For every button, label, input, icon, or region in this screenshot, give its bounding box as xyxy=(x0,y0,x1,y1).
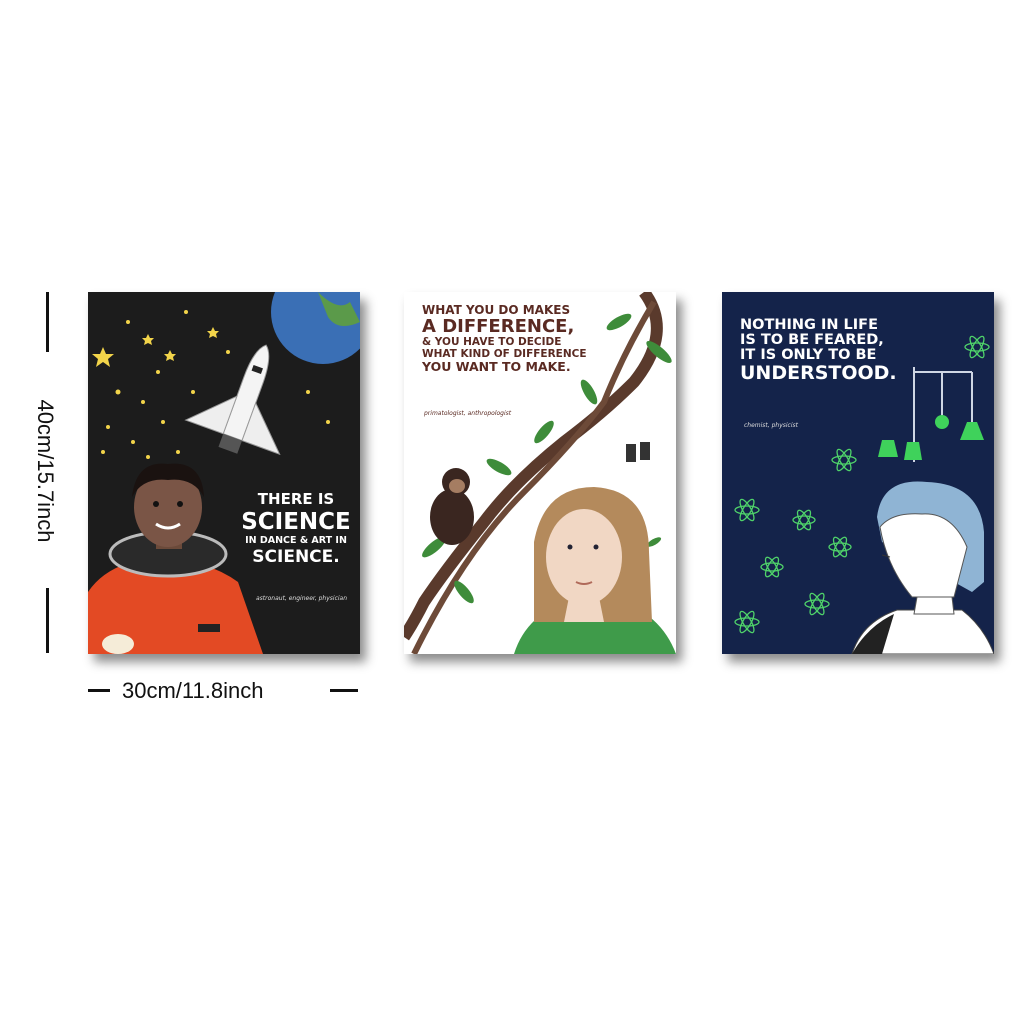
poster-primatologist-caption: primatologist, anthropologist xyxy=(424,410,512,417)
quote-line: NOTHING IN LIFE xyxy=(740,317,878,333)
width-dimension-label: 30cm/11.8inch xyxy=(122,678,264,703)
binoculars-illustration xyxy=(626,442,650,462)
quote-line: UNDERSTOOD. xyxy=(740,361,897,384)
poster-primatologist-quote: WHAT YOU DO MAKES A DIFFERENCE, & YOU HA… xyxy=(422,304,622,373)
quote-line: WHAT YOU DO MAKES xyxy=(422,303,571,317)
poster-chemist-caption: chemist, physicist xyxy=(744,422,798,429)
poster-chemist: NOTHING IN LIFE IS TO BE FEARED, IT IS O… xyxy=(722,292,994,654)
poster-primatologist: WHAT YOU DO MAKES A DIFFERENCE, & YOU HA… xyxy=(404,292,676,654)
woman-face xyxy=(546,509,622,605)
quote-line: THERE IS xyxy=(257,490,335,508)
quote-line: WHAT KIND OF DIFFERENCE xyxy=(422,347,587,360)
quote-line: & YOU HAVE TO DECIDE xyxy=(422,336,562,349)
quote-line: SCIENCE xyxy=(241,508,351,535)
quote-line: IS TO BE FEARED, xyxy=(740,332,884,349)
quote-line: YOU WANT TO MAKE. xyxy=(422,358,571,374)
lab-glassware-illustration xyxy=(913,367,973,462)
quote-line: A DIFFERENCE, xyxy=(422,315,575,337)
height-dimension-top-tick xyxy=(46,292,49,352)
height-dimension-bottom-tick xyxy=(46,588,49,653)
quote-line: SCIENCE. xyxy=(252,546,340,567)
width-dimension-right-tick xyxy=(330,689,358,692)
chimpanzee-illustration xyxy=(430,468,474,545)
poster-astronaut-quote: THERE IS SCIENCE IN DANCE & ART IN SCIEN… xyxy=(238,490,354,567)
earth-illustration xyxy=(271,292,360,364)
poster-chemist-quote: NOTHING IN LIFE IS TO BE FEARED, IT IS O… xyxy=(740,317,900,384)
poster-astronaut: THERE IS SCIENCE IN DANCE & ART IN SCIEN… xyxy=(88,292,360,654)
quote-line: IN DANCE & ART IN xyxy=(245,534,347,546)
width-dimension-left-tick xyxy=(88,689,110,692)
height-dimension-label: 40cm/15.7inch xyxy=(33,399,58,543)
flasks-illustration xyxy=(878,415,984,460)
poster-astronaut-caption: astronaut, engineer, physician xyxy=(256,595,348,602)
